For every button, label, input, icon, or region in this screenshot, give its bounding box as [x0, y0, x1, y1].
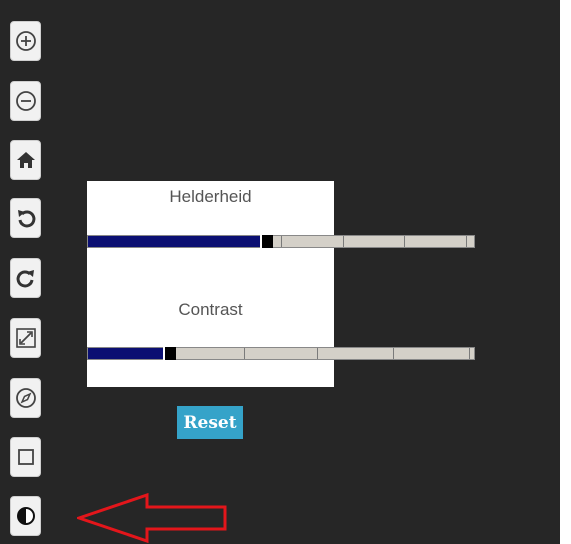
- brightness-label: Helderheid: [169, 187, 252, 206]
- slider-tick: [281, 236, 282, 247]
- brightness-slider-thumb[interactable]: [260, 235, 273, 248]
- slider-tick: [393, 348, 394, 359]
- page-edge: [560, 0, 571, 544]
- contrast-icon: [16, 507, 35, 525]
- zoom-out-icon: [15, 91, 36, 111]
- rotate-left-icon: [17, 210, 35, 228]
- home-icon: [16, 152, 35, 168]
- contrast-slider[interactable]: [87, 347, 475, 360]
- slider-tick: [469, 348, 470, 359]
- home-button[interactable]: [10, 140, 41, 180]
- zoom-in-button[interactable]: [10, 21, 41, 61]
- zoom-in-icon: [15, 31, 36, 51]
- contrast-slider-fill: [88, 348, 165, 359]
- rotate-right-button[interactable]: [10, 258, 41, 298]
- rotate-left-button[interactable]: [10, 198, 41, 238]
- fullscreen-icon: [15, 328, 36, 348]
- fullscreen-button[interactable]: [10, 318, 41, 358]
- slider-tick: [404, 236, 405, 247]
- slider-tick: [317, 348, 318, 359]
- contrast-button[interactable]: [10, 496, 41, 536]
- compass-button[interactable]: [10, 378, 41, 418]
- contrast-label: Contrast: [178, 300, 243, 319]
- contrast-slider-thumb[interactable]: [163, 347, 176, 360]
- square-button[interactable]: [10, 437, 41, 477]
- reset-button[interactable]: Reset: [177, 406, 243, 439]
- slider-tick: [244, 348, 245, 359]
- zoom-out-button[interactable]: [10, 81, 41, 121]
- slider-tick: [343, 236, 344, 247]
- slider-tick: [466, 236, 467, 247]
- rotate-right-icon: [16, 270, 34, 288]
- compass-icon: [15, 388, 36, 408]
- square-icon: [17, 449, 34, 465]
- brightness-slider[interactable]: [87, 235, 475, 248]
- brightness-slider-fill: [88, 236, 262, 247]
- red-arrow-annotation: [77, 493, 227, 544]
